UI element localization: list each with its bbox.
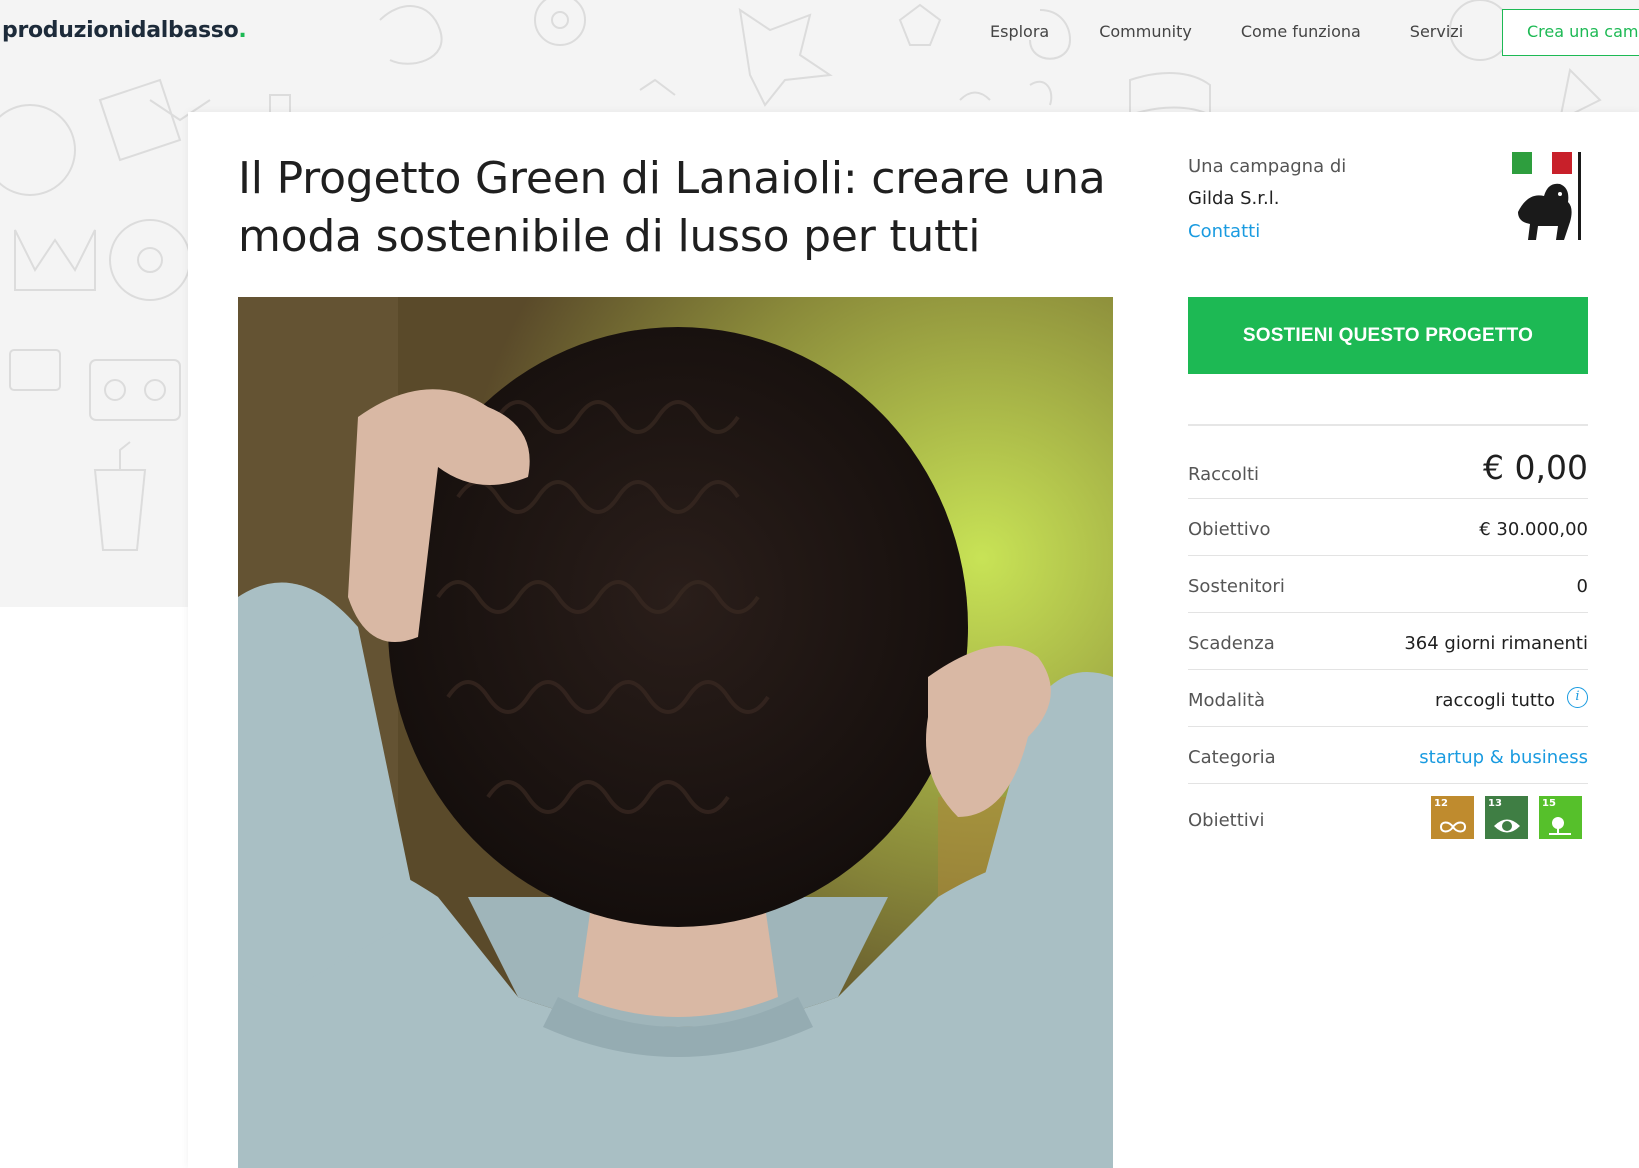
campaign-stats: Raccolti € 0,00 Obiettivo € 30.000,00 So… [1188, 424, 1588, 854]
stat-deadline-value: 364 giorni rimanenti [1404, 633, 1588, 654]
stat-goal: Obiettivo € 30.000,00 [1188, 499, 1588, 556]
nav-servizi[interactable]: Servizi [1410, 22, 1463, 41]
nav-esplora[interactable]: Esplora [990, 22, 1049, 41]
creator-name: Gilda S.r.l. [1188, 188, 1280, 209]
stat-mode: Modalità raccogli tutto i [1188, 670, 1588, 727]
sdg-12-number: 12 [1434, 798, 1448, 809]
stat-deadline-label: Scadenza [1188, 633, 1275, 654]
nav-community[interactable]: Community [1099, 22, 1192, 41]
infinity-icon [1439, 821, 1467, 833]
support-project-button[interactable]: SOSTIENI QUESTO PROGETTO [1188, 297, 1588, 374]
tree-icon [1549, 817, 1571, 835]
stat-deadline: Scadenza 364 giorni rimanenti [1188, 613, 1588, 670]
campaign-by-label: Una campagna di [1188, 156, 1347, 177]
contact-link[interactable]: Contatti [1188, 221, 1260, 242]
nav-come-funziona[interactable]: Come funziona [1241, 22, 1361, 41]
create-campaign-button[interactable]: Crea una campagna [1502, 9, 1639, 56]
sdg-13-number: 13 [1488, 798, 1502, 809]
stat-goal-label: Obiettivo [1188, 519, 1271, 540]
stat-category-label: Categoria [1188, 747, 1276, 768]
stat-backers-value: 0 [1576, 576, 1588, 597]
logo-dot: . [238, 18, 247, 43]
site-logo[interactable]: produzionidalbasso. [2, 18, 247, 43]
category-link[interactable]: startup & business [1419, 747, 1588, 768]
main-nav: Esplora Community Come funziona Servizi [990, 22, 1512, 41]
campaign-title: Il Progetto Green di Lanaioli: creare un… [238, 153, 1106, 262]
campaign-card: Il Progetto Green di Lanaioli: creare un… [188, 112, 1639, 1168]
stat-mode-value: raccogli tutto [1435, 690, 1555, 711]
info-icon[interactable]: i [1567, 687, 1588, 708]
stat-category: Categoria startup & business [1188, 727, 1588, 784]
stat-backers: Sostenitori 0 [1188, 556, 1588, 613]
eye-earth-icon [1494, 819, 1520, 833]
stat-goals: Obiettivi 12 13 15 [1188, 784, 1588, 854]
sdg-12-badge[interactable]: 12 [1431, 796, 1474, 839]
campaign-hero-image[interactable] [238, 297, 1113, 1168]
creator-logo-icon[interactable] [1508, 152, 1590, 242]
sdg-15-number: 15 [1542, 798, 1556, 809]
logo-text: produzionidalbasso [2, 18, 239, 43]
stat-raised: Raccolti € 0,00 [1188, 426, 1588, 499]
stat-backers-label: Sostenitori [1188, 576, 1285, 597]
sdg-13-badge[interactable]: 13 [1485, 796, 1528, 839]
stat-mode-label: Modalità [1188, 690, 1266, 711]
stat-goals-label: Obiettivi [1188, 810, 1265, 831]
sdg-15-badge[interactable]: 15 [1539, 796, 1582, 839]
stat-raised-label: Raccolti [1188, 464, 1260, 485]
stat-goal-value: € 30.000,00 [1479, 519, 1588, 540]
top-navbar: produzionidalbasso. Esplora Community Co… [0, 0, 1639, 66]
stat-raised-value: € 0,00 [1483, 448, 1588, 487]
